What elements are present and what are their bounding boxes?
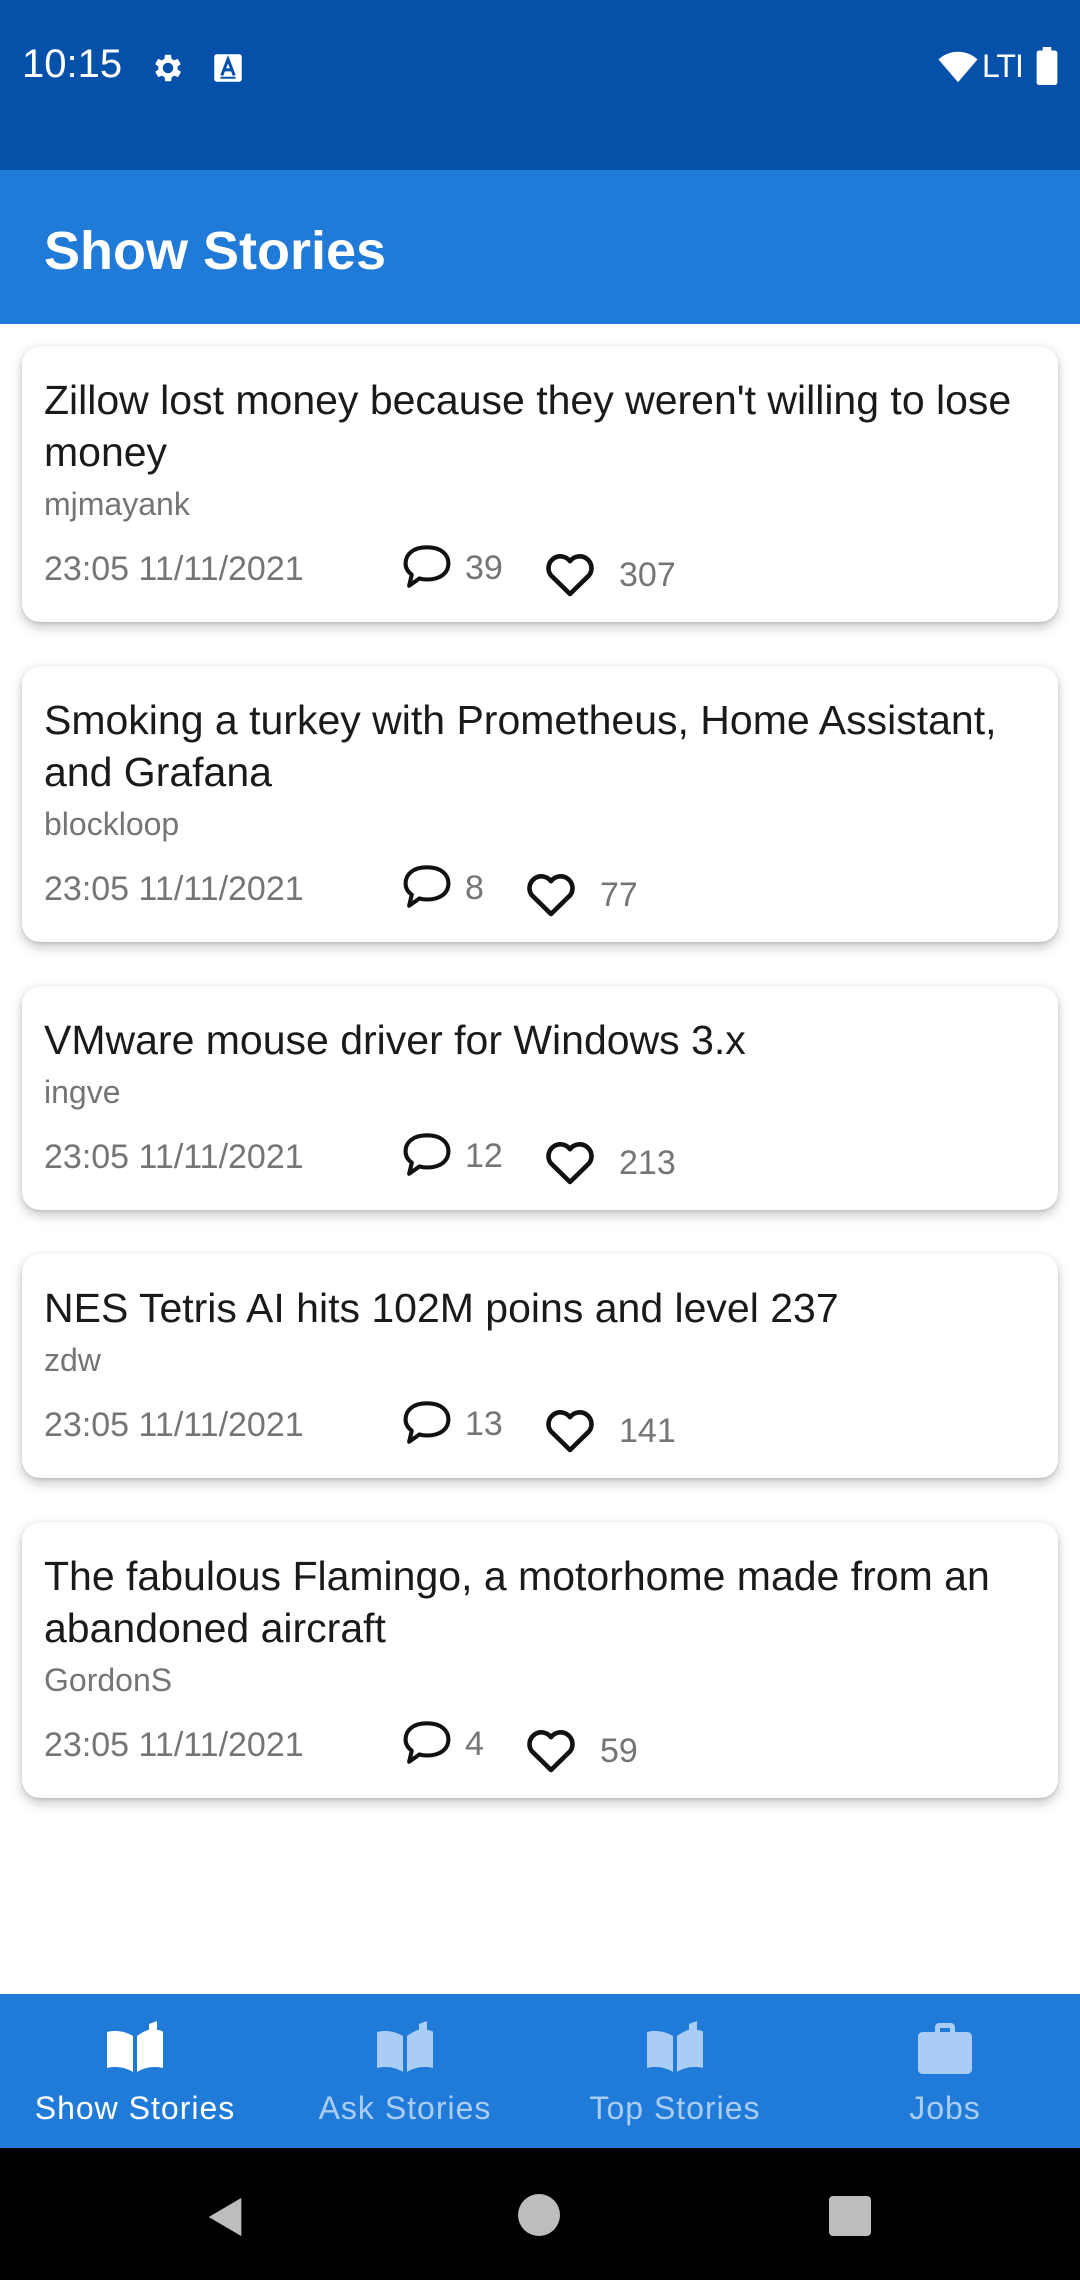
- comment-count: 4: [465, 1725, 484, 1763]
- page-title: Show Stories: [44, 221, 387, 281]
- like-count: 59: [600, 1732, 638, 1770]
- tab-show-stories[interactable]: Show Stories: [0, 1994, 270, 2148]
- heart-icon[interactable]: [525, 872, 577, 918]
- story-title[interactable]: The fabulous Flamingo, a motorhome made …: [44, 1550, 1034, 1654]
- status-bar: 10:15 LTI: [0, 0, 1080, 170]
- story-author: GordonS: [44, 1662, 173, 1698]
- comment-icon: [403, 1721, 451, 1764]
- comment-count: 12: [465, 1137, 503, 1175]
- status-time: 10:15: [22, 42, 123, 86]
- heart-icon[interactable]: [544, 552, 596, 598]
- home-button[interactable]: [518, 2194, 560, 2236]
- comment-icon: [403, 1133, 451, 1176]
- story-title[interactable]: Smoking a turkey with Prometheus, Home A…: [44, 694, 1034, 798]
- app-bar: Show Stories: [0, 170, 1080, 324]
- story-card[interactable]: Smoking a turkey with Prometheus, Home A…: [22, 666, 1058, 942]
- story-title[interactable]: Zillow lost money because they weren't w…: [44, 374, 1034, 478]
- system-navigation-bar: [0, 2148, 1080, 2280]
- like-count: 213: [619, 1144, 676, 1182]
- comment-count: 13: [465, 1405, 503, 1443]
- book-open-icon: [647, 2021, 703, 2072]
- story-card[interactable]: Zillow lost money because they weren't w…: [22, 346, 1058, 622]
- tab-label: Ask Stories: [318, 2090, 492, 2126]
- story-time: 23:05 11/11/2021: [44, 550, 304, 588]
- story-time: 23:05 11/11/2021: [44, 1726, 304, 1764]
- gear-icon: [155, 54, 182, 82]
- story-list[interactable]: Zillow lost money because they weren't w…: [0, 324, 1080, 1994]
- tab-ask-stories[interactable]: Ask Stories: [270, 1994, 540, 2148]
- tab-label: Jobs: [909, 2090, 981, 2126]
- story-time: 23:05 11/11/2021: [44, 870, 304, 908]
- network-type: LTI: [982, 48, 1024, 84]
- story-author: ingve: [44, 1074, 121, 1110]
- tab-jobs[interactable]: Jobs: [810, 1994, 1080, 2148]
- book-open-icon: [377, 2021, 433, 2072]
- book-open-icon: [107, 2021, 163, 2072]
- story-author: mjmayank: [44, 486, 190, 522]
- briefcase-icon: [918, 2023, 972, 2074]
- comment-icon: [403, 865, 451, 908]
- wifi-icon: [938, 51, 978, 83]
- tab-top-stories[interactable]: Top Stories: [540, 1994, 810, 2148]
- story-title[interactable]: VMware mouse driver for Windows 3.x: [44, 1014, 1034, 1066]
- story-author: zdw: [44, 1342, 101, 1378]
- back-icon[interactable]: [203, 2194, 249, 2240]
- story-title[interactable]: NES Tetris AI hits 102M poins and level …: [44, 1282, 1034, 1334]
- tab-label: Show Stories: [34, 2090, 236, 2126]
- like-count: 307: [619, 556, 676, 594]
- heart-icon[interactable]: [544, 1408, 596, 1454]
- heart-icon[interactable]: [525, 1728, 577, 1774]
- like-count: 77: [600, 876, 638, 914]
- like-count: 141: [619, 1412, 676, 1450]
- comment-count: 8: [465, 869, 484, 907]
- comment-icon: [403, 1401, 451, 1444]
- heart-icon[interactable]: [544, 1140, 596, 1186]
- story-card[interactable]: NES Tetris AI hits 102M poins and level …: [22, 1254, 1058, 1478]
- story-card[interactable]: VMware mouse driver for Windows 3.x ingv…: [22, 986, 1058, 1210]
- screen: 10:15 LTI Show Stories Zillow lost money…: [0, 0, 1080, 2280]
- tab-label: Top Stories: [589, 2090, 761, 2126]
- story-author: blockloop: [44, 806, 180, 842]
- story-card[interactable]: The fabulous Flamingo, a motorhome made …: [22, 1522, 1058, 1798]
- battery-icon: [1036, 47, 1058, 85]
- a-box-icon: [214, 54, 242, 82]
- story-time: 23:05 11/11/2021: [44, 1406, 304, 1444]
- comment-count: 39: [465, 549, 503, 587]
- bottom-navigation: Show Stories Ask Stories Top Stories Job…: [0, 1994, 1080, 2148]
- comment-icon: [403, 545, 451, 588]
- story-time: 23:05 11/11/2021: [44, 1138, 304, 1176]
- recents-button[interactable]: [829, 2196, 871, 2236]
